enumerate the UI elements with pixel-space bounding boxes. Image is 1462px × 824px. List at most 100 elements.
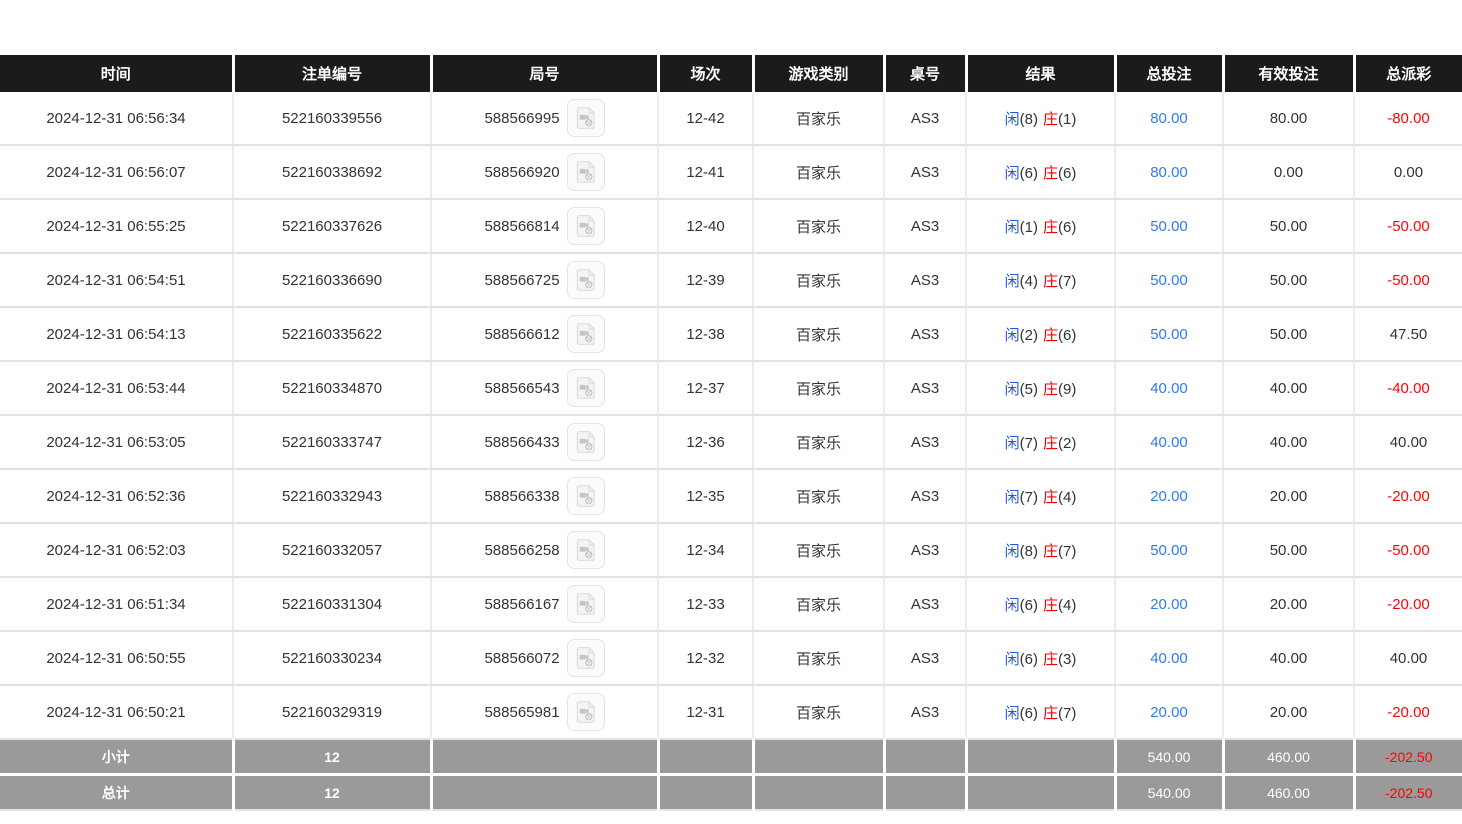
round-cell: 588566433 [431, 415, 658, 469]
game-type: 百家乐 [753, 631, 884, 685]
valid-bet-amount: 20.00 [1223, 685, 1354, 739]
result-banker-label: 庄 [1043, 273, 1058, 290]
bet-time: 2024-12-31 06:50:55 [0, 631, 233, 685]
bet-id: 522160329319 [233, 685, 431, 739]
video-replay-button[interactable] [567, 99, 605, 137]
table-row: 2024-12-31 06:54:13 522160335622 5885666… [0, 307, 1462, 361]
video-replay-button[interactable] [567, 207, 605, 245]
result-banker-label: 庄 [1043, 219, 1058, 236]
summary-empty-cell [884, 775, 966, 811]
payout-amount: -50.00 [1354, 253, 1462, 307]
result-player-points: (6) [1020, 651, 1038, 668]
header-total-payout: 总派彩 [1354, 55, 1462, 92]
table-row: 2024-12-31 06:53:05 522160333747 5885664… [0, 415, 1462, 469]
page: 时间 注单编号 局号 场次 游戏类别 桌号 结果 总投注 有效投注 总派彩 20… [0, 0, 1462, 811]
result-player-label: 闲 [1005, 327, 1020, 344]
total-bet-amount: 50.00 [1115, 523, 1223, 577]
video-replay-button[interactable] [567, 639, 605, 677]
summary-empty-cell [966, 739, 1115, 775]
video-file-icon [573, 159, 599, 185]
result-player-points: (6) [1020, 597, 1038, 614]
result-player-label: 闲 [1005, 273, 1020, 290]
result-player-label: 闲 [1005, 597, 1020, 614]
game-type: 百家乐 [753, 469, 884, 523]
result-cell: 闲(2)庄(6) [966, 307, 1115, 361]
video-file-icon [573, 537, 599, 563]
result-cell: 闲(5)庄(9) [966, 361, 1115, 415]
table-number: AS3 [884, 199, 966, 253]
table-summary: 小计 12 540.00 460.00 -202.50 总计 12 540.00 [0, 739, 1462, 810]
bet-id: 522160331304 [233, 577, 431, 631]
summary-empty-cell [966, 775, 1115, 811]
result-banker-label: 庄 [1043, 111, 1058, 128]
video-replay-button[interactable] [567, 477, 605, 515]
game-type: 百家乐 [753, 415, 884, 469]
session-number: 12-41 [658, 145, 753, 199]
result-banker-label: 庄 [1043, 597, 1058, 614]
table-row: 2024-12-31 06:56:07 522160338692 5885669… [0, 145, 1462, 199]
round-cell: 588566612 [431, 307, 658, 361]
round-cell: 588566814 [431, 199, 658, 253]
valid-bet-amount: 40.00 [1223, 631, 1354, 685]
game-type: 百家乐 [753, 92, 884, 145]
header-valid-bet: 有效投注 [1223, 55, 1354, 92]
bet-time: 2024-12-31 06:52:03 [0, 523, 233, 577]
video-replay-button[interactable] [567, 153, 605, 191]
result-cell: 闲(6)庄(6) [966, 145, 1115, 199]
video-replay-button[interactable] [567, 423, 605, 461]
result-banker-points: (7) [1058, 273, 1076, 290]
result-banker-label: 庄 [1043, 165, 1058, 182]
result-banker-points: (4) [1058, 597, 1076, 614]
round-number: 588566433 [484, 434, 559, 451]
video-replay-button[interactable] [567, 315, 605, 353]
video-replay-button[interactable] [567, 531, 605, 569]
payout-amount: -20.00 [1354, 685, 1462, 739]
video-replay-button[interactable] [567, 369, 605, 407]
table-body: 2024-12-31 06:56:34 522160339556 5885669… [0, 92, 1462, 739]
total-bet-amount: 50.00 [1115, 307, 1223, 361]
result-player-label: 闲 [1005, 435, 1020, 452]
result-player-points: (6) [1020, 705, 1038, 722]
payout-amount: 47.50 [1354, 307, 1462, 361]
subtotal-payout: -202.50 [1354, 739, 1462, 775]
game-type: 百家乐 [753, 577, 884, 631]
video-replay-button[interactable] [567, 261, 605, 299]
total-bet-amount: 50.00 [1115, 253, 1223, 307]
round-number: 588566258 [484, 542, 559, 559]
table-row: 2024-12-31 06:52:03 522160332057 5885662… [0, 523, 1462, 577]
bet-time: 2024-12-31 06:56:34 [0, 92, 233, 145]
valid-bet-amount: 50.00 [1223, 199, 1354, 253]
result-banker-points: (6) [1058, 165, 1076, 182]
bet-time: 2024-12-31 06:51:34 [0, 577, 233, 631]
table-number: AS3 [884, 145, 966, 199]
result-cell: 闲(6) 庄(4) [966, 577, 1115, 631]
total-row: 总计 12 540.00 460.00 -202.50 [0, 775, 1462, 811]
valid-bet-amount: 80.00 [1223, 92, 1354, 145]
round-number: 588566612 [484, 326, 559, 343]
result-banker-label: 庄 [1043, 435, 1058, 452]
bet-time: 2024-12-31 06:53:05 [0, 415, 233, 469]
bet-time: 2024-12-31 06:54:51 [0, 253, 233, 307]
bet-id: 522160332943 [233, 469, 431, 523]
video-replay-button[interactable] [567, 585, 605, 623]
result-banker-label: 庄 [1043, 327, 1058, 344]
table-number: AS3 [884, 523, 966, 577]
bet-time: 2024-12-31 06:52:36 [0, 469, 233, 523]
round-cell: 588566258 [431, 523, 658, 577]
result-player-label: 闲 [1005, 165, 1020, 182]
subtotal-row: 小计 12 540.00 460.00 -202.50 [0, 739, 1462, 775]
game-type: 百家乐 [753, 253, 884, 307]
header-bet-id: 注单编号 [233, 55, 431, 92]
table-number: AS3 [884, 253, 966, 307]
session-number: 12-31 [658, 685, 753, 739]
subtotal-count: 12 [233, 739, 431, 775]
result-player-label: 闲 [1005, 651, 1020, 668]
video-replay-button[interactable] [567, 693, 605, 731]
round-cell: 588565981 [431, 685, 658, 739]
session-number: 12-37 [658, 361, 753, 415]
round-number: 588566072 [484, 650, 559, 667]
game-type: 百家乐 [753, 523, 884, 577]
session-number: 12-36 [658, 415, 753, 469]
subtotal-total-bet: 540.00 [1115, 739, 1223, 775]
round-cell: 588566072 [431, 631, 658, 685]
